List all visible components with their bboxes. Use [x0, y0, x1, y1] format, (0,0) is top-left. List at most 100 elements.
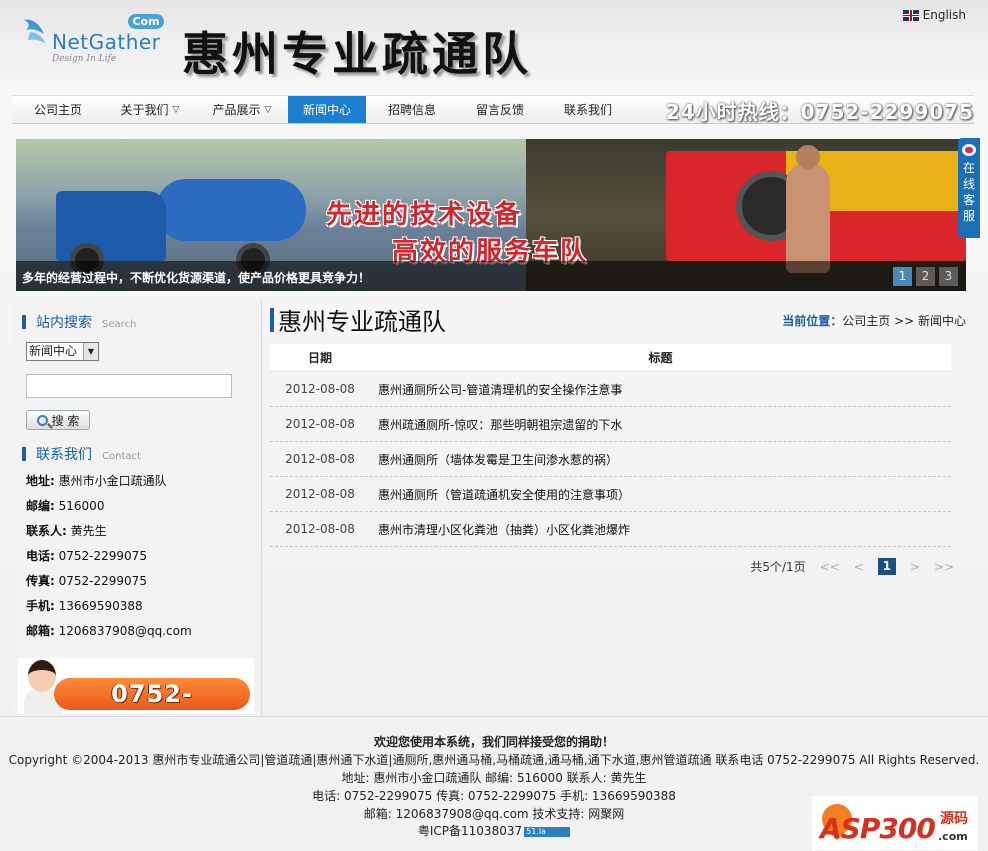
main-content: 惠州专业疏通队 当前位置：公司主页 >> 新闻中心 日期 标题 2012-08-… [270, 300, 970, 716]
heading-bar [270, 307, 274, 332]
nav-item-home[interactable]: 公司主页 [12, 96, 104, 123]
banner-slogan-1: 先进的技术设备 [326, 200, 523, 230]
nav-item-news[interactable]: 新闻中心 [288, 96, 366, 123]
search-category-select[interactable]: 新闻中心 ▼ [26, 342, 99, 361]
pagination-last[interactable]: >> [934, 560, 954, 574]
news-date: 2012-08-08 [285, 382, 355, 396]
banner-page-1[interactable]: 1 [893, 267, 912, 286]
select-value: 新闻中心 [29, 344, 78, 358]
logo-com-badge: Com [128, 14, 164, 29]
news-table-header: 日期 标题 [270, 344, 951, 372]
contact-heading-en: Contact [102, 451, 141, 462]
breadcrumb-lead: 当前位置： [782, 314, 843, 328]
search-heading-cn: 站内搜索 [36, 315, 92, 331]
table-row[interactable]: 2012-08-08 惠州市清理小区化粪池（抽粪）小区化粪池爆炸 [270, 512, 951, 547]
page-title: 惠州专业疏通队 [270, 302, 446, 337]
worker-image [786, 145, 830, 273]
contact-row-person: 联系人: 黄先生 [26, 524, 256, 549]
search-button[interactable]: 搜 索 [26, 410, 90, 430]
news-date: 2012-08-08 [285, 522, 355, 536]
news-title-link[interactable]: 惠州市清理小区化粪池（抽粪）小区化粪池爆炸 [370, 521, 951, 538]
pagination-summary: 共5个/1页 [750, 560, 806, 574]
nav-label: 公司主页 [33, 103, 82, 117]
banner-page-2[interactable]: 2 [916, 267, 935, 286]
banner-page-3[interactable]: 3 [939, 267, 958, 286]
nav-label: 产品展示 [212, 103, 261, 117]
logo-name: NetGather [52, 30, 161, 54]
contact-value: 0752-2299075 [58, 549, 147, 563]
stat-badge[interactable]: 51.la [524, 826, 571, 837]
pagination-first[interactable]: << [820, 560, 840, 574]
news-date: 2012-08-08 [285, 417, 355, 431]
banner-caption-bar: 多年的经营过程中，不断优化货源渠道，使产品价格更具竞争力！ 1 2 3 [16, 261, 966, 291]
netgather-logo[interactable]: Com NetGather Design In Life [22, 14, 172, 70]
news-title-link[interactable]: 惠州通厕所（墙体发霉是卫生间渗水惹的祸） [370, 451, 951, 468]
online-service-char: 服 [962, 209, 975, 223]
contact-value: 1206837908@qq.com [58, 624, 192, 638]
chevron-down-icon: ▽ [172, 104, 180, 115]
online-service-tab[interactable]: 在 线 客 服 [958, 138, 980, 238]
contact-label: 传真: [26, 574, 55, 588]
news-title-link[interactable]: 惠州通厕所（管道疏通机安全使用的注意事项） [370, 486, 951, 503]
footer-welcome: 欢迎您使用本系统，我们同样接受您的捐助！ [373, 735, 614, 749]
contact-list: 地址: 惠州市小金口疏通队 邮编: 516000 联系人: 黄先生 电话: 07… [26, 474, 256, 649]
contact-label: 电话: [26, 549, 55, 563]
news-title-link[interactable]: 惠州疏通厕所-惊叹：那些明朝祖宗遗留的下水 [370, 416, 951, 433]
chat-icon [962, 144, 976, 156]
news-date: 2012-08-08 [285, 452, 355, 466]
heading-bar [22, 315, 26, 329]
heading-bar [22, 447, 26, 461]
contact-label: 手机: [26, 599, 55, 613]
contact-row-mobile: 手机: 13669590388 [26, 599, 256, 624]
nav-label: 留言反馈 [475, 103, 524, 117]
contact-row-fax: 传真: 0752-2299075 [26, 574, 256, 599]
banner-caption: 多年的经营过程中，不断优化货源渠道，使产品价格更具竞争力！ [22, 271, 371, 285]
chevron-down-icon: ▽ [264, 104, 272, 115]
pagination-prev[interactable]: < [854, 560, 864, 574]
chevron-down-icon: ▼ [83, 343, 98, 360]
asp300-logo[interactable]: ASP300 源码 .com [812, 796, 978, 850]
table-row[interactable]: 2012-08-08 惠州通厕所（墙体发霉是卫生间渗水惹的祸） [270, 442, 951, 477]
column-date: 日期 [307, 351, 332, 365]
nav-label: 招聘信息 [387, 103, 436, 117]
footer-address: 地址: 惠州市小金口疏通队 邮编: 516000 联系人: 黄先生 [341, 771, 647, 785]
header: Com NetGather Design In Life 惠州专业疏通队 Eng… [0, 0, 988, 95]
contact-label: 邮箱: [26, 624, 55, 638]
nav-label: 关于我们 [120, 103, 169, 117]
search-input[interactable] [26, 374, 232, 398]
asp300-logo-domain: .com [938, 830, 968, 843]
search-heading-en: Search [102, 319, 137, 330]
contact-value: 0752-2299075 [58, 574, 147, 588]
language-switch[interactable]: English [902, 8, 966, 22]
table-row[interactable]: 2012-08-08 惠州通厕所公司-管道清理机的安全操作注意事 [270, 372, 951, 407]
table-row[interactable]: 2012-08-08 惠州疏通厕所-惊叹：那些明朝祖宗遗留的下水 [270, 407, 951, 442]
asp300-logo-text: ASP300 [820, 812, 936, 845]
contact-row-address: 地址: 惠州市小金口疏通队 [26, 474, 256, 499]
language-label: English [922, 8, 966, 22]
nav-item-products[interactable]: 产品展示 ▽ [196, 96, 288, 123]
asp300-logo-cn: 源码 [940, 811, 968, 827]
nav-item-feedback[interactable]: 留言反馈 [458, 96, 542, 123]
breadcrumb-trail[interactable]: 公司主页 >> 新闻中心 [842, 314, 966, 328]
icp-link[interactable]: 粤ICP备11038037 [418, 824, 522, 838]
news-title-link[interactable]: 惠州通厕所公司-管道清理机的安全操作注意事 [370, 381, 951, 398]
contact-value: 516000 [58, 499, 105, 513]
pagination-next[interactable]: > [910, 560, 920, 574]
hero-banner[interactable]: 先进的技术设备 高效的服务车队 多年的经营过程中，不断优化货源渠道，使产品价格更… [16, 139, 966, 291]
nav-item-jobs[interactable]: 招聘信息 [366, 96, 458, 123]
logo-tagline: Design In Life [52, 54, 117, 64]
nav-item-about[interactable]: 关于我们 ▽ [104, 96, 196, 123]
contact-label: 邮编: [26, 499, 55, 513]
news-table: 日期 标题 2012-08-08 惠州通厕所公司-管道清理机的安全操作注意事 2… [270, 344, 951, 547]
contact-heading-cn: 联系我们 [36, 447, 92, 463]
contact-row-email: 邮箱: 1206837908@qq.com [26, 624, 256, 649]
table-row[interactable]: 2012-08-08 惠州通厕所（管道疏通机安全使用的注意事项） [270, 477, 951, 512]
phone-banner[interactable]: 0752-2299075 [18, 658, 254, 714]
pagination-current[interactable]: 1 [877, 558, 896, 575]
hotline-banner: 24小时热线：0752-2299075 [665, 100, 974, 124]
search-heading: 站内搜索 Search [22, 312, 136, 332]
news-date: 2012-08-08 [285, 487, 355, 501]
contact-value: 惠州市小金口疏通队 [58, 474, 167, 488]
phone-number-pill: 0752-2299075 [54, 678, 250, 714]
nav-item-contact[interactable]: 联系我们 [542, 96, 634, 123]
